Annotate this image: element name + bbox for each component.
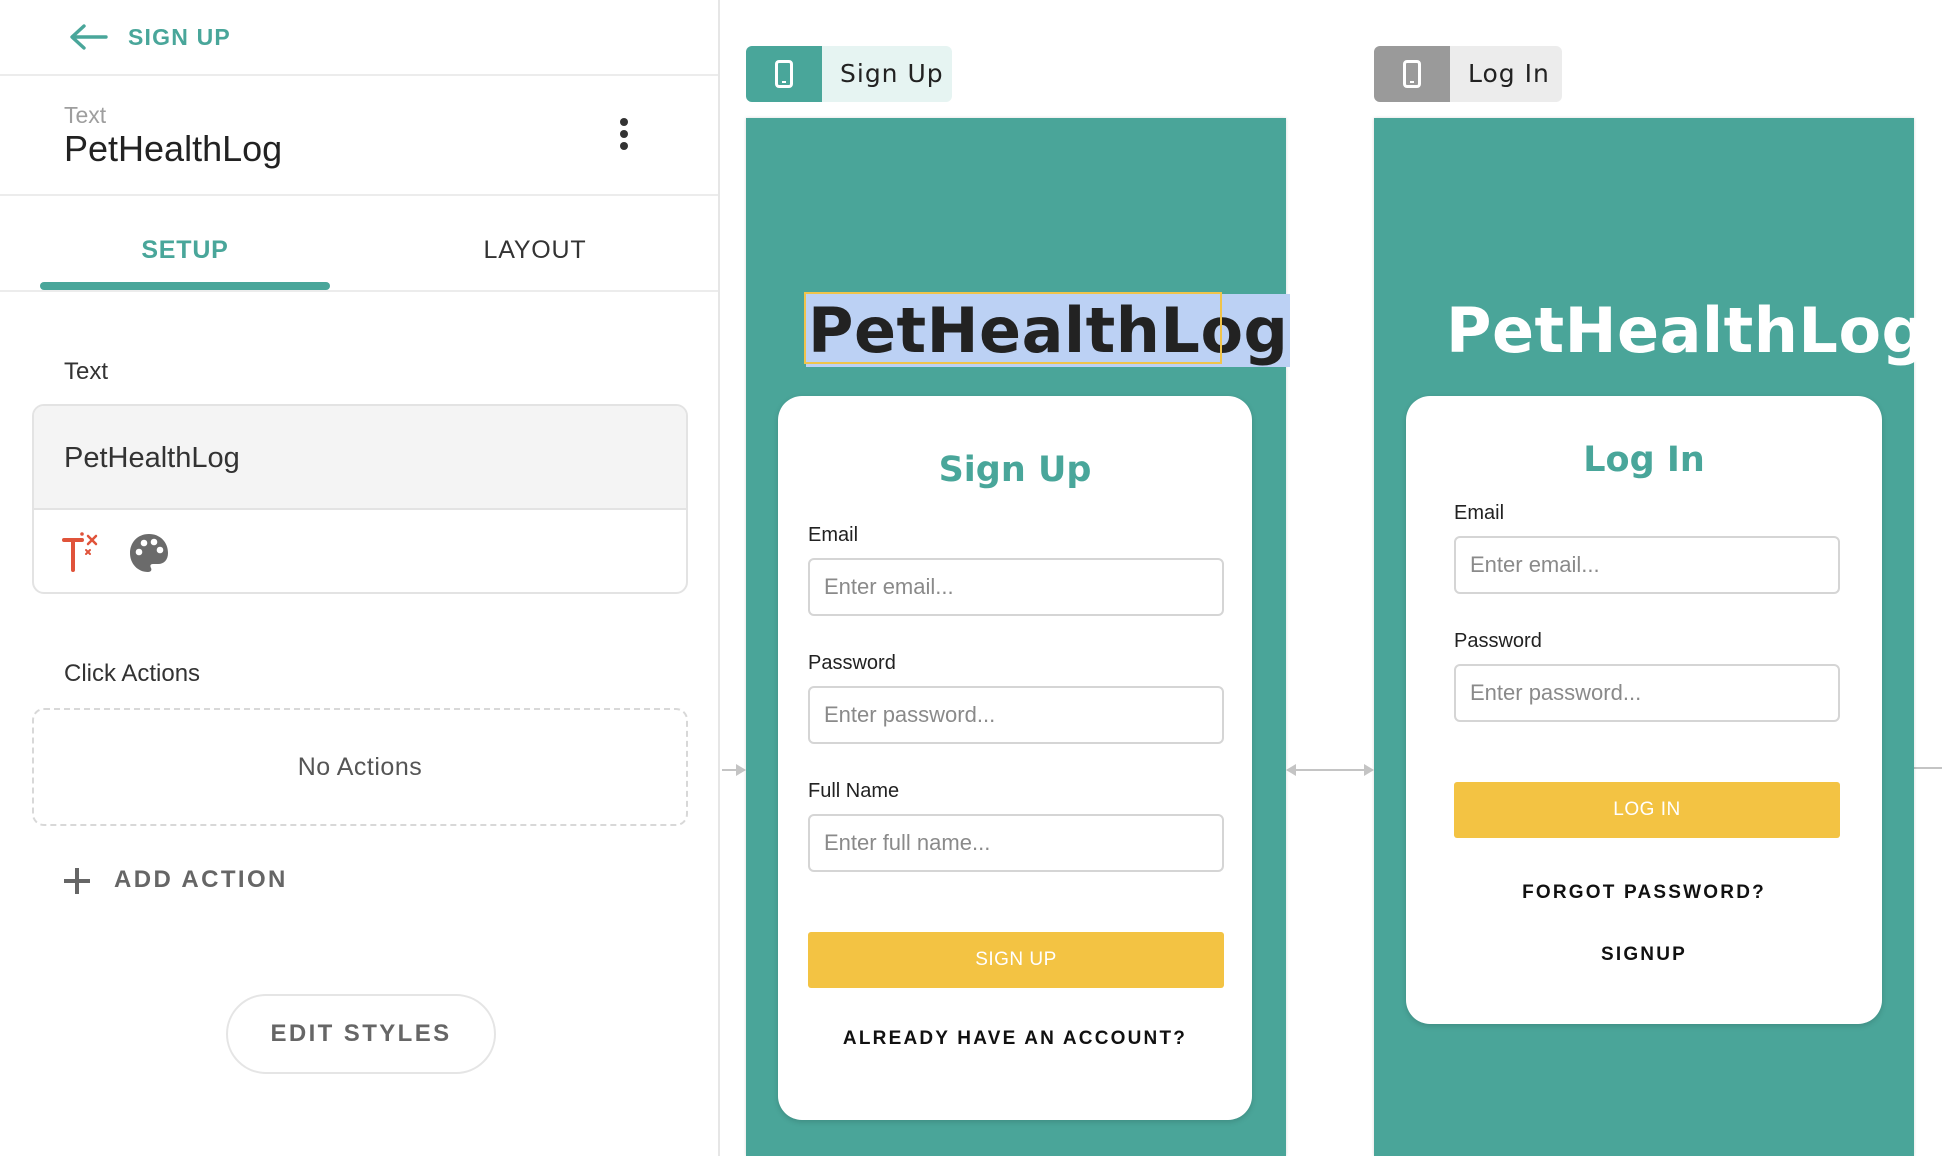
email-label: Email — [808, 524, 859, 546]
password-label: Password — [808, 652, 896, 674]
back-arrow-icon[interactable] — [68, 22, 108, 52]
screen-tab-login[interactable]: Log In — [1374, 46, 1562, 102]
active-tab-indicator — [40, 282, 330, 290]
signup-link[interactable]: SIGNUP — [1406, 944, 1882, 966]
selection-outline — [804, 292, 1222, 364]
password-label: Password — [1454, 630, 1542, 652]
signup-screen[interactable]: PetHealthLog Sign Up Email Password Full… — [746, 118, 1291, 1156]
add-action-label: ADD ACTION — [114, 866, 288, 893]
properties-panel: SIGN UP Text PetHealthLog SETUP LAYOUT T… — [0, 0, 720, 1156]
signup-button[interactable]: SIGN UP — [808, 932, 1224, 988]
text-section-label: Text — [64, 358, 109, 385]
login-screen[interactable]: PetHealthLog Log In Email Password LOG I… — [1374, 118, 1926, 1156]
fullname-label: Full Name — [808, 780, 900, 802]
email-field[interactable] — [808, 558, 1224, 616]
forgot-password-link[interactable]: FORGOT PASSWORD? — [1406, 882, 1882, 904]
text-magic-icon[interactable] — [58, 530, 104, 576]
flow-connector — [1914, 767, 1942, 769]
flow-arrow — [1364, 764, 1374, 776]
login-card-title: Log In — [1583, 440, 1705, 480]
back-label[interactable]: SIGN UP — [128, 24, 231, 51]
text-editor-card: PetHealthLog — [32, 404, 688, 594]
tab-layout[interactable]: LAYOUT — [390, 198, 680, 292]
signup-card: Sign Up Email Password Full Name SIGN UP… — [778, 396, 1252, 1120]
email-field[interactable] — [1454, 536, 1840, 594]
flow-arrow — [736, 764, 746, 776]
login-card: Log In Email Password LOG IN FORGOT PASS… — [1406, 396, 1882, 1024]
design-canvas: Sign Up Log In PetHealthLog Sign Up Emai… — [722, 0, 1942, 1156]
tab-setup[interactable]: SETUP — [40, 198, 330, 292]
screen-tab-label: Sign Up — [840, 59, 944, 88]
signup-card-title: Sign Up — [938, 450, 1092, 490]
text-value-field[interactable]: PetHealthLog — [34, 406, 686, 510]
edit-styles-button[interactable]: EDIT STYLES — [226, 994, 496, 1074]
panel-topbar: SIGN UP — [0, 0, 718, 76]
password-field[interactable] — [1454, 664, 1840, 722]
login-button[interactable]: LOG IN — [1454, 782, 1840, 838]
no-actions-box: No Actions — [32, 708, 688, 826]
click-actions-label: Click Actions — [64, 660, 201, 687]
phone-icon — [1403, 60, 1421, 88]
flow-arrow — [1286, 764, 1296, 776]
email-label: Email — [1454, 502, 1505, 524]
panel-tabs: SETUP LAYOUT — [0, 198, 718, 292]
palette-icon[interactable] — [126, 530, 172, 576]
screen-tab-signup[interactable]: Sign Up — [746, 46, 952, 102]
phone-icon — [775, 60, 793, 88]
component-header: Text PetHealthLog — [0, 78, 718, 196]
fullname-field[interactable] — [808, 814, 1224, 872]
screen-tab-label: Log In — [1468, 59, 1550, 88]
app-title[interactable]: PetHealthLog — [1446, 294, 1926, 367]
already-have-account-link[interactable]: ALREADY HAVE AN ACCOUNT? — [778, 1028, 1252, 1050]
more-vert-icon[interactable] — [614, 118, 634, 154]
component-name: PetHealthLog — [64, 128, 283, 169]
flow-connector — [722, 769, 736, 771]
password-field[interactable] — [808, 686, 1224, 744]
flow-connector — [1296, 769, 1364, 771]
component-type: Text — [64, 102, 107, 128]
plus-icon — [64, 868, 90, 894]
